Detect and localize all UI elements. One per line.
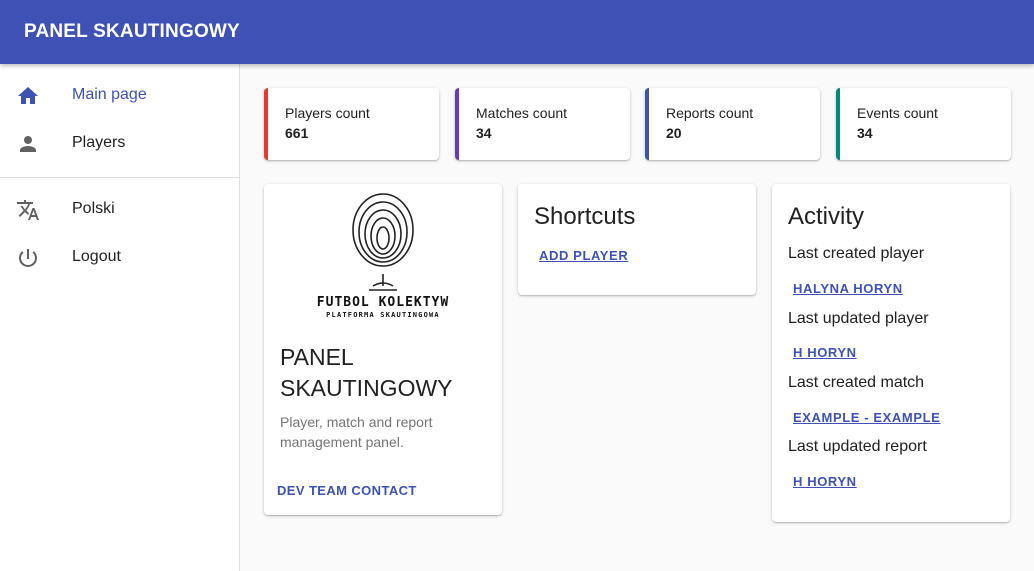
person-icon <box>20 136 36 152</box>
add-player-button[interactable]: ADD PLAYER <box>539 248 628 263</box>
sidebar-item-label: Main page <box>72 86 147 103</box>
shortcuts-title: Shortcuts <box>534 203 636 230</box>
panel-title: PANEL SKAUTINGOWY <box>280 344 453 401</box>
shortcuts-card: Shortcuts ADD PLAYER <box>518 184 756 295</box>
app-bar: PANEL SKAUTINGOWY <box>0 0 1034 64</box>
activity-link[interactable]: H HORYN <box>793 345 857 360</box>
translate-icon <box>17 200 39 220</box>
sidebar-item-label: Logout <box>72 248 121 265</box>
app-title[interactable]: PANEL SKAUTINGOWY <box>24 21 240 43</box>
sidebar-item-label: Polski <box>72 200 115 217</box>
futbol-kolektyw-logo: FUTBOL KOLEKTYW PLATFORMA SKAUTINGOWA <box>317 193 449 319</box>
stat-card-reports: Reports count 20 <box>645 88 820 160</box>
panel-card: FUTBOL KOLEKTYW PLATFORMA SKAUTINGOWA PA… <box>264 184 502 515</box>
stat-title: Players count <box>285 105 370 121</box>
stat-title: Events count <box>857 105 938 121</box>
activity-label: Last updated report <box>788 438 927 455</box>
logo-text: FUTBOL KOLEKTYW <box>317 295 449 310</box>
logo-subtext: PLATFORMA SKAUTINGOWA <box>326 311 440 319</box>
activity-card: Activity Last created player HALYNA HORY… <box>772 184 1010 522</box>
stat-value: 34 <box>476 125 492 141</box>
sidebar-item-label: Players <box>72 134 126 151</box>
sidebar: Main page Players Polski Logout <box>0 64 240 571</box>
activity-title: Activity <box>788 203 865 230</box>
sidebar-item-language[interactable]: Polski <box>0 186 239 234</box>
stat-title: Matches count <box>476 105 568 121</box>
power-icon <box>18 249 37 267</box>
sidebar-divider <box>0 177 239 178</box>
activity-label: Last created match <box>788 374 925 391</box>
activity-link[interactable]: H HORYN <box>793 474 857 489</box>
activity-label: Last created player <box>788 245 925 262</box>
panel-description: Player, match and report management pane… <box>280 414 433 450</box>
dev-team-contact-button[interactable]: DEV TEAM CONTACT <box>277 483 417 498</box>
sidebar-item-players[interactable]: Players <box>0 120 239 168</box>
sidebar-item-main-page[interactable]: Main page <box>0 72 239 120</box>
stat-value: 34 <box>857 125 873 141</box>
home-icon <box>18 87 38 104</box>
activity-link[interactable]: HALYNA HORYN <box>793 281 903 296</box>
stat-title: Reports count <box>666 105 754 121</box>
activity-label: Last updated player <box>788 310 929 327</box>
stat-value: 20 <box>666 125 682 141</box>
stat-card-players: Players count 661 <box>264 88 439 160</box>
stat-card-matches: Matches count 34 <box>455 88 630 160</box>
activity-link[interactable]: EXAMPLE - EXAMPLE <box>793 410 940 425</box>
stat-card-events: Events count 34 <box>836 88 1011 160</box>
stat-value: 661 <box>285 125 309 141</box>
sidebar-item-logout[interactable]: Logout <box>0 234 239 282</box>
